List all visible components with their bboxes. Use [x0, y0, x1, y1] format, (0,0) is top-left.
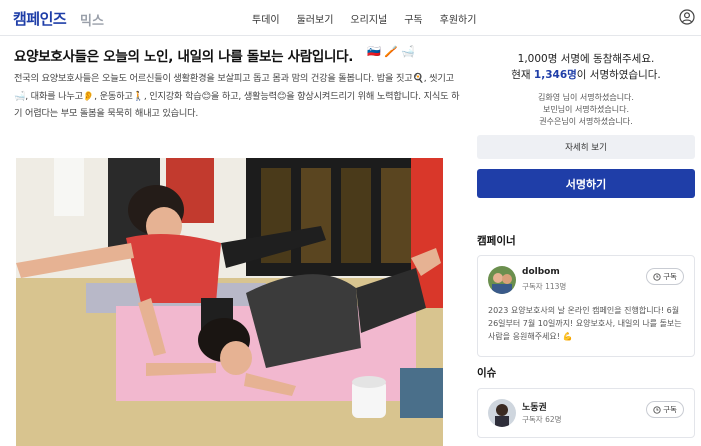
campaigner-subscribe-button[interactable]: 구독: [646, 268, 684, 285]
title-emoji: 🇸🇮 🪥 🛁: [367, 45, 416, 58]
nav-original[interactable]: 오리지널: [350, 11, 387, 26]
issue-avatar-image: [488, 399, 516, 427]
count-suffix: 이 서명하였습니다.: [576, 69, 661, 81]
issue-avatar[interactable]: [488, 399, 516, 427]
subscribe-label: 구독: [663, 405, 677, 414]
nav-subscribe[interactable]: 구독: [404, 11, 422, 26]
recent-signer: 김화영 님이 서명하셨습니다.: [538, 93, 634, 102]
subscribe-icon: [653, 272, 661, 281]
see-more-button[interactable]: 자세히 보기: [477, 135, 695, 159]
recent-signer: 권수은님이 서명하셨습니다.: [539, 117, 633, 126]
campaigner-avatar[interactable]: [488, 266, 516, 294]
campaigner-intro: 2023 요양보호사의 날 온라인 캠페인을 진행합니다! 6월 26일부터 7…: [488, 306, 682, 341]
campaigner-section-title: 캠페이너: [477, 235, 516, 247]
issue-section-title: 이슈: [477, 367, 497, 379]
issue-card[interactable]: 노동권 구독자 62명 구독: [477, 388, 695, 438]
campaign-description: 전국의 요양보호사들은 오늘도 어르신들이 생활환경을 보살피고 돕고 몸과 맘…: [14, 73, 460, 119]
exercise-photo-illustration: [16, 158, 443, 446]
signature-count: 현재 1,346명이 서명하였습니다.: [477, 67, 695, 82]
nav-today[interactable]: 투데이: [252, 11, 280, 26]
count-value: 1,346명: [533, 69, 577, 81]
campaigner-avatar-image: [488, 266, 516, 294]
recent-signer: 보민님이 서명하셨습니다.: [542, 105, 630, 114]
user-circle-icon[interactable]: [679, 9, 695, 25]
campaigner-card[interactable]: dolbom 구독자 113명 구독 2023 요양보호사의 날 온라인 캠페인…: [477, 255, 695, 357]
campaigner-subscribers: 구독자 113명: [522, 282, 567, 291]
count-prefix: 현재: [511, 69, 534, 81]
issue-subscribe-button[interactable]: 구독: [646, 401, 684, 418]
main-nav: 투데이 둘러보기 오리지널 구독 후원하기: [252, 11, 493, 26]
signature-goal: 1,000명 서명에 동참해주세요.: [517, 53, 655, 65]
nav-browse[interactable]: 둘러보기: [297, 11, 334, 26]
nav-donate[interactable]: 후원하기: [440, 11, 477, 26]
subscribe-icon: [653, 405, 661, 414]
campaign-photo: [16, 158, 443, 446]
issue-subscribers: 구독자 62명: [522, 415, 562, 424]
campaigner-name[interactable]: dolbom: [522, 267, 560, 277]
site-logo[interactable]: 캠페인즈: [13, 8, 67, 29]
site-logo-sub[interactable]: 믹스: [80, 10, 104, 29]
sign-button[interactable]: 서명하기: [477, 169, 695, 198]
subscribe-label: 구독: [663, 272, 677, 281]
issue-name[interactable]: 노동권: [522, 400, 547, 413]
top-header: 캠페인즈 믹스 투데이 둘러보기 오리지널 구독 후원하기: [0, 0, 701, 36]
